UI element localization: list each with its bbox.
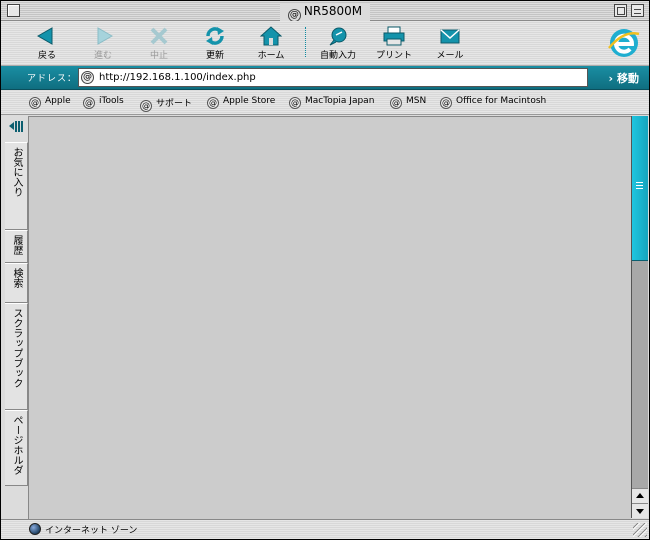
stop-x-icon	[150, 27, 168, 45]
forward-label: 進む	[93, 51, 112, 61]
at-page-icon: @	[140, 100, 152, 112]
at-page-icon: @	[207, 97, 219, 109]
browser-window: @ NR5800M 戻る 進む 中止 更新 ホーム 自動入力 プリント メール …	[0, 0, 650, 540]
status-bar: インターネット ゾーン	[1, 519, 649, 539]
at-page-icon: @	[83, 97, 95, 109]
favorites-bar: @ Apple @ iTools @ サポート @ Apple Store @ MacTo…	[1, 91, 649, 115]
refresh-icon	[206, 27, 224, 45]
mail-button[interactable]: メール	[422, 24, 478, 64]
chevron-right-icon: ›	[608, 72, 613, 85]
home-button[interactable]: ホーム	[243, 24, 299, 64]
favorite-office-for-macintosh[interactable]: @ Office for Macintosh	[440, 96, 546, 109]
collapse-box-button[interactable]	[631, 4, 644, 17]
scroll-down-arrow-icon[interactable]	[632, 503, 648, 518]
back-button[interactable]: 戻る	[19, 24, 75, 64]
at-page-icon[interactable]: @	[81, 71, 94, 84]
forward-button[interactable]: 進む	[75, 24, 131, 64]
favorite-itools[interactable]: @ iTools	[83, 96, 124, 109]
tab-search[interactable]: 検索	[5, 263, 28, 303]
autofill-label: 自動入力	[319, 51, 356, 61]
tab-history[interactable]: 履歴	[5, 230, 28, 263]
favorite-apple-store[interactable]: @ Apple Store	[207, 96, 275, 109]
autofill-button[interactable]: 自動入力	[310, 24, 366, 64]
at-page-icon: @	[29, 97, 41, 109]
favorite-mactopia-japan[interactable]: @ MacTopia Japan	[289, 96, 374, 109]
go-label: 移動	[617, 72, 639, 85]
home-label: ホーム	[257, 51, 285, 61]
window-title: @ NR5800M	[279, 3, 371, 22]
tab-scrapbook[interactable]: スクラップブック	[5, 303, 28, 410]
autofill-icon	[329, 27, 347, 46]
forward-arrow-icon	[97, 27, 114, 45]
back-label: 戻る	[37, 51, 56, 61]
favorite-support[interactable]: @ サポート	[140, 96, 192, 112]
print-button[interactable]: プリント	[366, 24, 422, 64]
zoom-box-button[interactable]	[614, 4, 627, 17]
home-icon	[260, 26, 282, 46]
tab-favorites[interactable]: お気に入り	[5, 142, 28, 230]
toolbar-separator	[305, 27, 306, 57]
refresh-button[interactable]: 更新	[187, 24, 243, 64]
at-page-icon: @	[289, 97, 301, 109]
grip-icon	[636, 182, 643, 190]
at-page-icon: @	[390, 97, 402, 109]
explorer-bar-toggle-icon[interactable]	[9, 120, 24, 133]
favorite-msn[interactable]: @ MSN	[390, 96, 426, 109]
stop-label: 中止	[149, 51, 168, 61]
title-bar[interactable]: @ NR5800M	[1, 1, 649, 22]
go-button[interactable]: › 移動	[608, 70, 639, 86]
back-arrow-icon	[36, 27, 53, 45]
scroll-arrows	[631, 488, 648, 518]
security-zone: インターネット ゾーン	[45, 526, 138, 536]
page-content[interactable]	[28, 116, 631, 519]
vertical-scrollbar[interactable]	[631, 116, 648, 504]
refresh-label: 更新	[205, 51, 224, 61]
favorite-apple[interactable]: @ Apple	[29, 96, 71, 109]
at-page-icon: @	[440, 97, 452, 109]
explorer-tabs: お気に入り 履歴 検索 スクラップブック ページホルダ	[5, 116, 28, 521]
resize-grip-icon[interactable]	[633, 523, 647, 537]
toolbar: 戻る 進む 中止 更新 ホーム 自動入力 プリント メール	[1, 21, 649, 66]
address-label: アドレス：	[27, 74, 78, 84]
globe-icon	[29, 523, 41, 535]
address-input[interactable]: @ http://192.168.1.100/index.php	[78, 68, 588, 87]
mail-label: メール	[436, 51, 464, 61]
scroll-thumb[interactable]	[632, 116, 648, 261]
address-url[interactable]: http://192.168.1.100/index.php	[99, 72, 256, 83]
scroll-up-arrow-icon[interactable]	[632, 488, 648, 503]
internet-explorer-logo[interactable]	[607, 26, 641, 60]
stop-button[interactable]: 中止	[131, 24, 187, 64]
address-bar: アドレス： @ http://192.168.1.100/index.php ›…	[1, 66, 649, 90]
mail-icon	[440, 29, 460, 44]
tab-page-holder[interactable]: ページホルダ	[5, 410, 28, 486]
printer-icon	[383, 26, 405, 46]
print-label: プリント	[375, 51, 412, 61]
